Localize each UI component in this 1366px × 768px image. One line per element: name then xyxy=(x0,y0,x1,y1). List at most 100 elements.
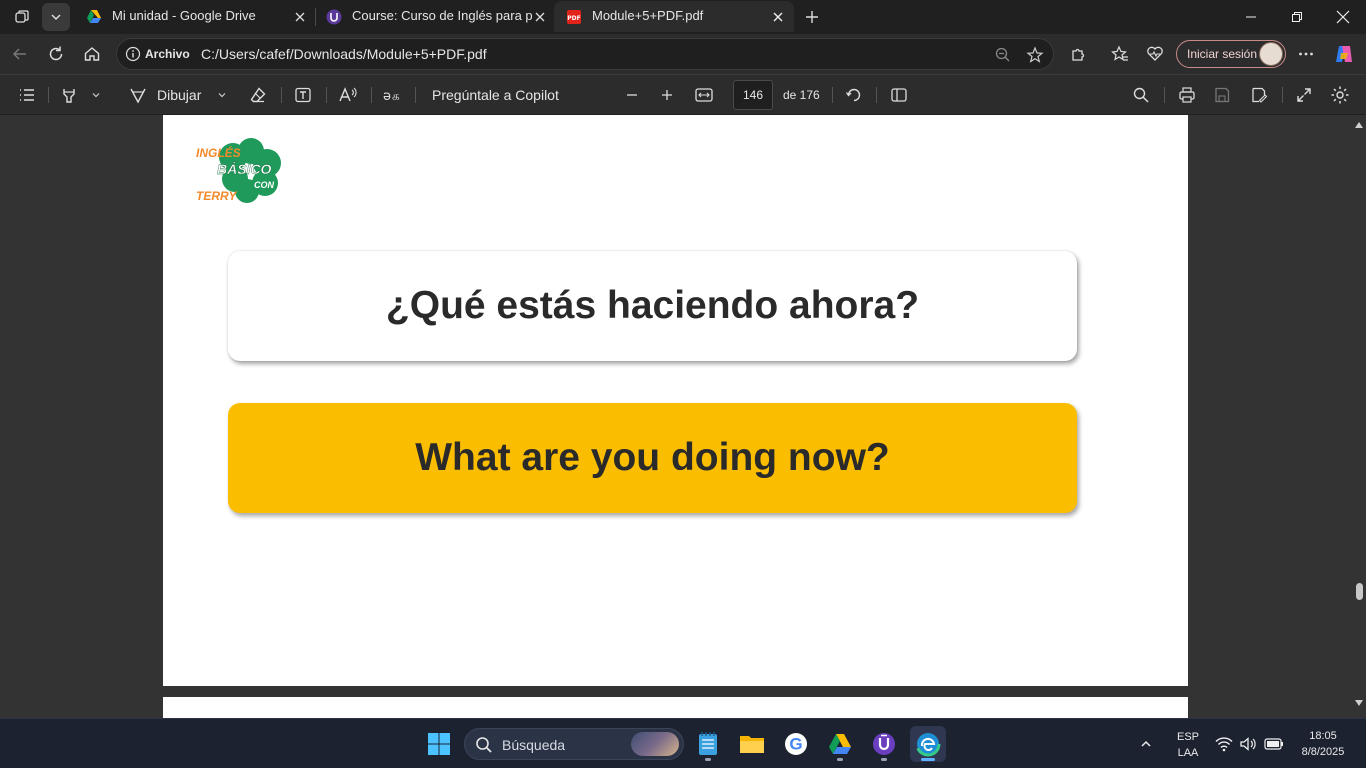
logo-text: CON xyxy=(254,180,275,190)
svg-text:G: G xyxy=(789,735,802,754)
zoom-out-icon[interactable] xyxy=(993,45,1013,65)
signin-label: Iniciar sesión xyxy=(1187,47,1258,61)
more-options-icon[interactable] xyxy=(1292,40,1320,68)
tab-pdf[interactable]: PDF Module+5+PDF.pdf xyxy=(554,1,794,32)
url-text[interactable]: C:/Users/cafef/Downloads/Module+5+PDF.pd… xyxy=(201,46,487,62)
tab-title: Module+5+PDF.pdf xyxy=(592,8,704,23)
pdf-icon: PDF xyxy=(567,10,581,24)
close-tab-icon[interactable] xyxy=(292,9,308,25)
start-windows-icon[interactable] xyxy=(421,726,457,762)
english-question-card: What are you doing now? xyxy=(228,403,1077,513)
volume-icon[interactable] xyxy=(1237,726,1259,762)
favorite-star-icon[interactable] xyxy=(1025,45,1045,65)
browser-essentials-icon[interactable] xyxy=(1141,40,1169,68)
minimize-icon[interactable] xyxy=(1228,0,1274,34)
rotate-icon[interactable] xyxy=(842,83,866,107)
logo-text: BÁSICO xyxy=(217,161,272,177)
home-icon[interactable] xyxy=(78,40,106,68)
read-aloud-icon[interactable] xyxy=(336,83,360,107)
add-text-icon[interactable] xyxy=(291,83,315,107)
scheme-label: Archivo xyxy=(145,47,190,61)
taskbar-search[interactable]: Búsqueda xyxy=(464,728,684,760)
show-hidden-icons-chevron-up-icon[interactable] xyxy=(1132,726,1160,762)
scroll-down-icon[interactable] xyxy=(1355,699,1363,707)
address-bar-row: Archivo C:/Users/cafef/Downloads/Module+… xyxy=(0,34,1366,74)
windows-taskbar: Búsqueda G ESP LAA 18:05 8/8/2025 xyxy=(0,718,1366,768)
save-as-icon[interactable] xyxy=(1247,83,1271,107)
close-tab-icon[interactable] xyxy=(532,9,548,25)
scrollbar-thumb[interactable] xyxy=(1356,583,1363,600)
scroll-up-icon[interactable] xyxy=(1355,121,1363,129)
back-icon[interactable] xyxy=(6,40,34,68)
google-drive-icon xyxy=(87,10,101,23)
clock-date[interactable]: 8/8/2025 xyxy=(1292,746,1354,758)
avatar xyxy=(1259,42,1283,66)
restore-icon[interactable] xyxy=(1274,0,1320,34)
page-view-icon[interactable] xyxy=(887,83,911,107)
info-icon[interactable] xyxy=(125,46,141,62)
search-highlight-image xyxy=(631,732,679,756)
ingles-basico-logo: INGLÉS BÁSICO CON TERRY xyxy=(196,138,281,203)
svg-text:க: க xyxy=(392,89,400,103)
translate-icon[interactable]: əக xyxy=(381,83,405,107)
signin-button[interactable]: Iniciar sesión xyxy=(1176,40,1286,68)
highlight-chevron-down-icon[interactable] xyxy=(84,83,108,107)
vertical-scrollbar[interactable] xyxy=(1352,115,1366,718)
next-pdf-page xyxy=(163,697,1188,718)
tab-title: Mi unidad - Google Drive xyxy=(112,8,256,23)
search-placeholder: Búsqueda xyxy=(502,737,566,753)
find-search-icon[interactable] xyxy=(1129,83,1153,107)
fullscreen-icon[interactable] xyxy=(1292,83,1316,107)
extensions-icon[interactable] xyxy=(1065,40,1093,68)
tab-google-drive[interactable]: Mi unidad - Google Drive xyxy=(74,1,314,32)
print-icon[interactable] xyxy=(1175,83,1199,107)
tab-actions-chevron-icon[interactable] xyxy=(42,3,70,31)
search-icon xyxy=(476,737,492,753)
course-app-icon[interactable] xyxy=(866,726,902,762)
page-number-input[interactable]: 146 xyxy=(733,80,773,110)
pdf-viewport[interactable]: INGLÉS BÁSICO CON TERRY ¿Qué estás hacie… xyxy=(0,115,1366,718)
course-shield-icon xyxy=(326,9,342,25)
close-window-icon[interactable] xyxy=(1320,0,1366,34)
wifi-icon[interactable] xyxy=(1212,726,1236,762)
draw-pen-icon[interactable] xyxy=(126,83,150,107)
copilot-icon[interactable] xyxy=(1330,40,1358,68)
svg-text:ə: ə xyxy=(383,89,391,104)
total-pages-label: de 176 xyxy=(783,88,820,102)
microsoft-edge-icon[interactable] xyxy=(910,726,946,762)
battery-icon[interactable] xyxy=(1261,726,1287,762)
tab-course[interactable]: Course: Curso de Inglés para principiant… xyxy=(314,1,554,32)
logo-text: TERRY xyxy=(196,189,237,203)
highlight-icon[interactable] xyxy=(57,83,81,107)
fit-width-icon[interactable] xyxy=(692,83,716,107)
save-icon[interactable] xyxy=(1210,83,1234,107)
google-chrome-icon[interactable]: G xyxy=(778,726,814,762)
refresh-icon[interactable] xyxy=(42,40,70,68)
input-language[interactable]: ESP xyxy=(1170,731,1206,743)
svg-text:PDF: PDF xyxy=(567,15,580,22)
eraser-icon[interactable] xyxy=(246,83,270,107)
close-tab-icon[interactable] xyxy=(770,9,786,25)
favorites-icon[interactable] xyxy=(1106,40,1134,68)
spanish-question-card: ¿Qué estás haciendo ahora? xyxy=(228,251,1077,361)
workspaces-icon[interactable] xyxy=(8,3,36,31)
pdf-toolbar: Dibujar əக Pregúntale a Copilot 146 de 1… xyxy=(0,74,1366,114)
draw-chevron-down-icon[interactable] xyxy=(210,83,234,107)
settings-gear-icon[interactable] xyxy=(1328,83,1352,107)
new-tab-icon[interactable] xyxy=(798,3,826,31)
tab-strip: Mi unidad - Google Drive Course: Curso d… xyxy=(0,0,1366,34)
pdf-page: INGLÉS BÁSICO CON TERRY ¿Qué estás hacie… xyxy=(163,115,1188,686)
contents-list-icon[interactable] xyxy=(15,83,39,107)
file-explorer-icon[interactable] xyxy=(734,726,770,762)
logo-text: INGLÉS xyxy=(196,145,241,160)
tab-title: Course: Curso de Inglés para principiant… xyxy=(352,8,532,23)
address-bar[interactable]: Archivo C:/Users/cafef/Downloads/Module+… xyxy=(116,38,1054,70)
clock-time[interactable]: 18:05 xyxy=(1292,730,1354,742)
draw-button[interactable]: Dibujar xyxy=(157,87,201,103)
input-region[interactable]: LAA xyxy=(1170,747,1206,759)
ask-copilot-button[interactable]: Pregúntale a Copilot xyxy=(432,87,559,103)
notepad-icon[interactable] xyxy=(690,726,726,762)
google-drive-taskbar-icon[interactable] xyxy=(822,726,858,762)
zoom-in-icon[interactable] xyxy=(655,83,679,107)
zoom-out-icon[interactable] xyxy=(620,83,644,107)
